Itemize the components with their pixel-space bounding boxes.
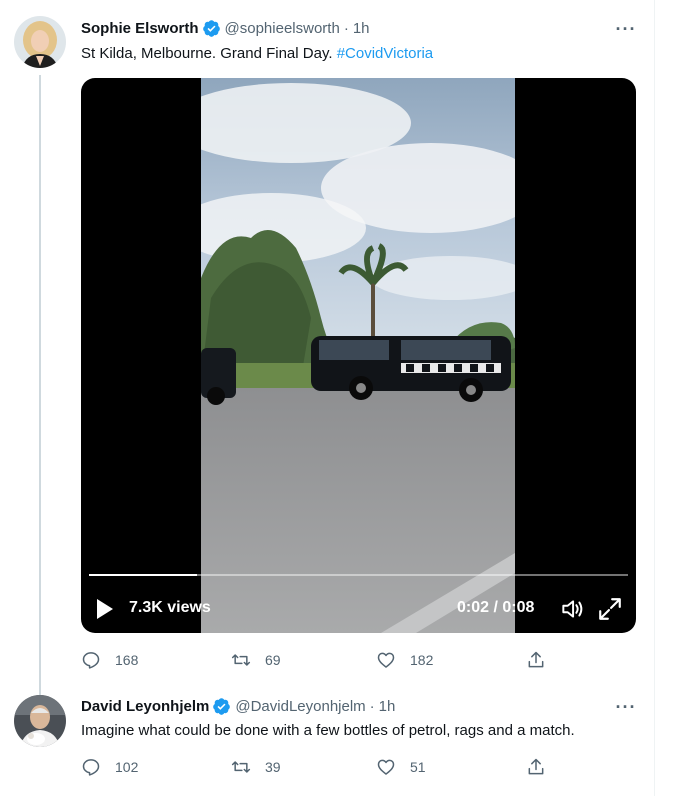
progress-fill [89, 574, 197, 576]
retweet-icon [231, 761, 251, 773]
fullscreen-icon[interactable] [597, 596, 623, 622]
retweet-button[interactable]: 39 [231, 755, 281, 779]
retweet-icon [231, 654, 251, 666]
video-duration: 0:02 / 0:08 [457, 599, 535, 616]
like-icon [377, 652, 395, 668]
volume-icon[interactable] [559, 596, 585, 622]
tweet-text: St Kilda, Melbourne. Grand Final Day. #C… [81, 44, 433, 64]
author-name[interactable]: Sophie Elsworth [81, 20, 199, 37]
reply-button[interactable]: 168 [81, 648, 138, 672]
tweet-body: St Kilda, Melbourne. Grand Final Day. [81, 45, 337, 62]
share-icon [528, 651, 544, 668]
separator-dot: · [343, 19, 349, 37]
verified-badge-icon [202, 19, 220, 37]
verified-badge-icon [213, 697, 231, 715]
author-handle[interactable]: @sophieelsworth [225, 20, 340, 37]
retweet-count: 39 [265, 759, 281, 775]
like-icon [377, 759, 395, 775]
author-name[interactable]: David Leyonhjelm [81, 698, 209, 715]
separator-dot: · [369, 697, 375, 715]
retweet-button[interactable]: 69 [231, 648, 281, 672]
like-count: 51 [410, 759, 426, 775]
author-handle[interactable]: @DavidLeyonhjelm [235, 698, 365, 715]
tweet-actions: 102 39 51 [81, 755, 551, 779]
tweet-header: David Leyonhjelm @DavidLeyonhjelm · 1h [81, 695, 395, 717]
like-button[interactable]: 182 [376, 648, 433, 672]
reply-count: 168 [115, 652, 139, 668]
reply-icon [82, 652, 100, 669]
more-icon[interactable]: ··· [614, 19, 638, 39]
share-button[interactable] [526, 648, 560, 672]
tweet-text: Imagine what could be done with a few bo… [81, 722, 575, 739]
retweet-count: 69 [265, 652, 281, 668]
share-icon [528, 758, 544, 775]
play-icon[interactable] [95, 597, 115, 621]
tweet-header: Sophie Elsworth @sophieelsworth · 1h [81, 17, 370, 39]
hashtag-link[interactable]: #CovidVictoria [337, 45, 433, 62]
video-views: 7.3K views [129, 599, 211, 616]
reply-icon [82, 759, 100, 776]
video-player[interactable]: 7.3K views 0:02 / 0:08 [81, 78, 636, 633]
video-frame [201, 78, 515, 633]
like-button[interactable]: 51 [376, 755, 426, 779]
tweet-actions: 168 69 182 [81, 648, 551, 672]
progress-track[interactable] [89, 574, 628, 576]
timestamp[interactable]: 1h [353, 20, 370, 37]
timestamp[interactable]: 1h [379, 698, 396, 715]
reply-count: 102 [115, 759, 139, 775]
timeline-border [654, 0, 655, 796]
avatar-sophie-elsworth[interactable] [14, 16, 66, 68]
thread-connector-line [39, 75, 41, 695]
avatar-david-leyonhjelm[interactable] [14, 695, 66, 747]
more-icon[interactable]: ··· [614, 697, 638, 717]
share-button[interactable] [526, 755, 560, 779]
reply-button[interactable]: 102 [81, 755, 138, 779]
like-count: 182 [410, 652, 434, 668]
